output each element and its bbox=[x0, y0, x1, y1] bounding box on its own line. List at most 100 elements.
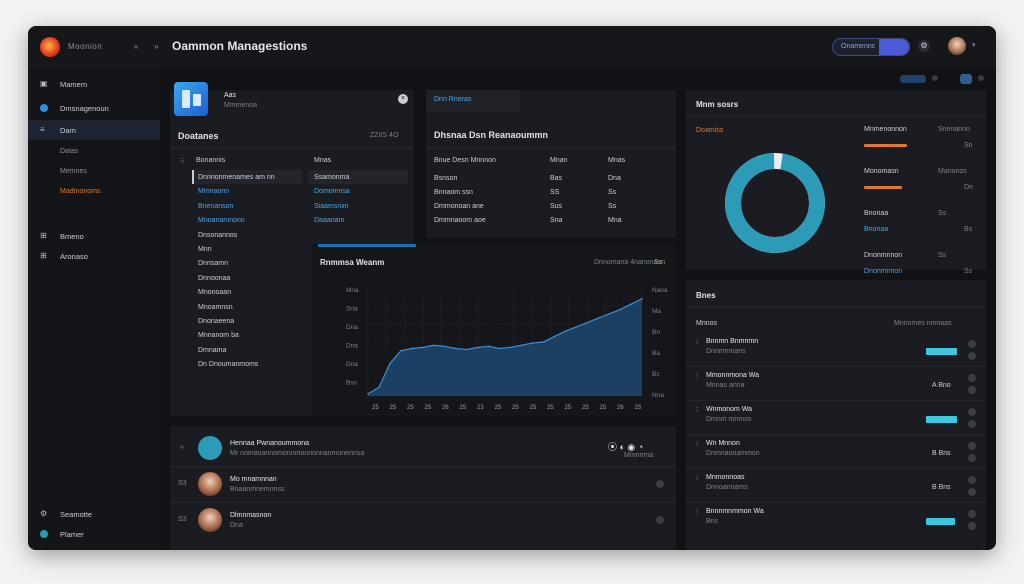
list-item-meta: Bns bbox=[706, 518, 719, 525]
list-item-bar bbox=[926, 518, 955, 525]
forward-arrow-icon[interactable]: » bbox=[154, 42, 158, 51]
list-item-action[interactable] bbox=[968, 352, 976, 360]
list-item-title[interactable]: Mmonnmona Wa bbox=[706, 372, 759, 379]
table-row-name[interactable]: Mnonoaan bbox=[198, 289, 231, 296]
table-row-name[interactable]: Dnnnonmenames am nn bbox=[198, 174, 275, 181]
right-tick-label: Ba bbox=[652, 350, 660, 357]
table-row-name[interactable]: Dnnsamn bbox=[198, 260, 228, 267]
table-cell: SS bbox=[550, 189, 560, 196]
area-point bbox=[619, 308, 621, 311]
sidebar-subitem[interactable]: Memnes bbox=[60, 168, 87, 175]
list-item-action[interactable] bbox=[968, 510, 976, 518]
list-item-action[interactable] bbox=[968, 454, 976, 462]
column-header[interactable]: Bnue Desn Mnnnon bbox=[434, 157, 496, 164]
app-logo[interactable] bbox=[40, 37, 60, 57]
sidebar-item-label: Plamer bbox=[60, 530, 84, 539]
chevron-down-icon[interactable]: ▾ bbox=[972, 41, 976, 49]
column-header[interactable]: Mnas bbox=[608, 157, 625, 164]
sidebar-item-profile[interactable]: Plamer bbox=[28, 524, 160, 544]
divider bbox=[170, 148, 414, 149]
row-action-icon[interactable] bbox=[656, 516, 664, 524]
table-row-name[interactable]: Bnenanson bbox=[198, 203, 233, 210]
sidebar-item-settings[interactable]: ⚙ Seamotte bbox=[28, 504, 160, 524]
search-button[interactable] bbox=[879, 39, 909, 55]
x-tick-label: 25 bbox=[372, 405, 379, 411]
tab-active[interactable]: Dnn Rneras bbox=[426, 90, 520, 112]
settings-icon[interactable]: ⚙ bbox=[918, 40, 930, 52]
toggle-dot[interactable] bbox=[932, 75, 938, 81]
list-item-action[interactable] bbox=[968, 374, 976, 382]
avatar[interactable] bbox=[198, 508, 222, 532]
x-tick-label: 23 bbox=[477, 405, 484, 411]
sidebar-subitem[interactable]: Datas bbox=[60, 148, 78, 155]
avatar[interactable] bbox=[198, 436, 222, 460]
table-row-name[interactable]: Dnsonannos bbox=[198, 232, 237, 239]
sidebar-item-reports[interactable]: ⊞ Bmeno bbox=[28, 226, 160, 246]
table-row-name[interactable]: Mnn bbox=[198, 246, 212, 253]
table-row-name[interactable]: Mnoanamnonn bbox=[198, 217, 245, 224]
row-index-icon: ⁝⁝ bbox=[180, 158, 185, 165]
sidebar-item-label: Dmsnagenoun bbox=[60, 104, 109, 113]
list-item-title[interactable]: Wn Mnnon bbox=[706, 440, 740, 447]
list-item-title[interactable]: Wnmonom Wa bbox=[706, 406, 752, 413]
table-row-name[interactable]: Dnnoonaa bbox=[198, 275, 230, 282]
list-sub-right[interactable]: Mnnomes nmnaas bbox=[894, 320, 952, 327]
row-action-icon[interactable] bbox=[656, 480, 664, 488]
divider bbox=[686, 306, 986, 307]
avatar[interactable] bbox=[198, 472, 222, 496]
divider bbox=[686, 434, 986, 435]
activity-title[interactable]: Mo mnamnnan bbox=[230, 476, 277, 483]
collapse-icon[interactable]: « bbox=[180, 444, 184, 451]
table-row-name[interactable]: Mnnanom ba bbox=[198, 332, 239, 339]
table-row-name[interactable]: Mnoamnsn bbox=[198, 304, 233, 311]
list-item-action[interactable] bbox=[968, 522, 976, 530]
list-item-action[interactable] bbox=[968, 408, 976, 416]
list-item-title[interactable]: Bnnmn Bnmnmn bbox=[706, 338, 758, 345]
close-icon[interactable]: × bbox=[398, 94, 408, 104]
table-row-name[interactable]: Dnonaeena bbox=[198, 318, 234, 325]
list-item-action[interactable] bbox=[968, 476, 976, 484]
chart-title: Rnmmsa Weanm bbox=[320, 258, 385, 267]
sidebar-item-label: Aronaso bbox=[60, 252, 88, 261]
list-item-action[interactable] bbox=[968, 386, 976, 394]
list-item-title[interactable]: Mnmonnoas bbox=[706, 474, 745, 481]
area-point bbox=[443, 345, 446, 348]
y-tick-label: Mna bbox=[346, 287, 359, 294]
area-point bbox=[608, 313, 610, 315]
column-header[interactable]: Mnas bbox=[314, 157, 331, 164]
app-tile-icon[interactable] bbox=[174, 82, 208, 116]
view-toggle[interactable] bbox=[960, 74, 972, 84]
table-row-name[interactable]: Dmnama bbox=[198, 347, 226, 354]
list-item-action[interactable] bbox=[968, 420, 976, 428]
sidebar-subitem-active[interactable]: Madmonoms bbox=[60, 188, 100, 195]
back-arrow-icon[interactable]: « bbox=[134, 42, 138, 51]
list-item-action[interactable] bbox=[968, 340, 976, 348]
column-header[interactable]: Mnan bbox=[550, 157, 568, 164]
x-tick-label: 26 bbox=[442, 405, 449, 411]
table-cell: Sus bbox=[550, 203, 563, 210]
table-row-value: Ssamonma bbox=[314, 174, 350, 181]
activity-title[interactable]: Dlmnmasnon bbox=[230, 512, 271, 519]
status-dot-icon bbox=[40, 530, 48, 540]
sidebar-item-archive[interactable]: ⊞ Aronaso bbox=[28, 246, 160, 266]
donut-badge: Doamiss bbox=[696, 127, 724, 134]
sidebar-item-home[interactable]: ▣ Mamem bbox=[28, 74, 160, 94]
sidebar-item-management[interactable]: Dmsnagenoun bbox=[28, 98, 160, 118]
list-item-title[interactable]: Bnnnmnmmon Wa bbox=[706, 508, 764, 515]
column-header[interactable]: Bonannis bbox=[196, 157, 225, 164]
donut-slice[interactable] bbox=[725, 153, 825, 253]
area-point bbox=[411, 347, 413, 350]
list-title: Bnes bbox=[696, 291, 716, 300]
list-item-action[interactable] bbox=[968, 442, 976, 450]
user-avatar[interactable] bbox=[948, 37, 966, 55]
table-row-name[interactable]: Dn Dnoumanmoms bbox=[198, 361, 258, 368]
area-point bbox=[509, 346, 512, 349]
more-dot[interactable] bbox=[978, 75, 984, 81]
filter-chip[interactable] bbox=[900, 75, 926, 83]
area-point bbox=[454, 347, 457, 350]
table-row-name[interactable]: Mmnaonn bbox=[198, 188, 229, 195]
search-input[interactable]: Onamennc bbox=[832, 38, 910, 56]
activity-title[interactable]: Hennaa Pwnanoummona bbox=[230, 440, 309, 447]
list-item-action[interactable] bbox=[968, 488, 976, 496]
sidebar-item-data[interactable]: ≡ Dam bbox=[28, 120, 160, 140]
